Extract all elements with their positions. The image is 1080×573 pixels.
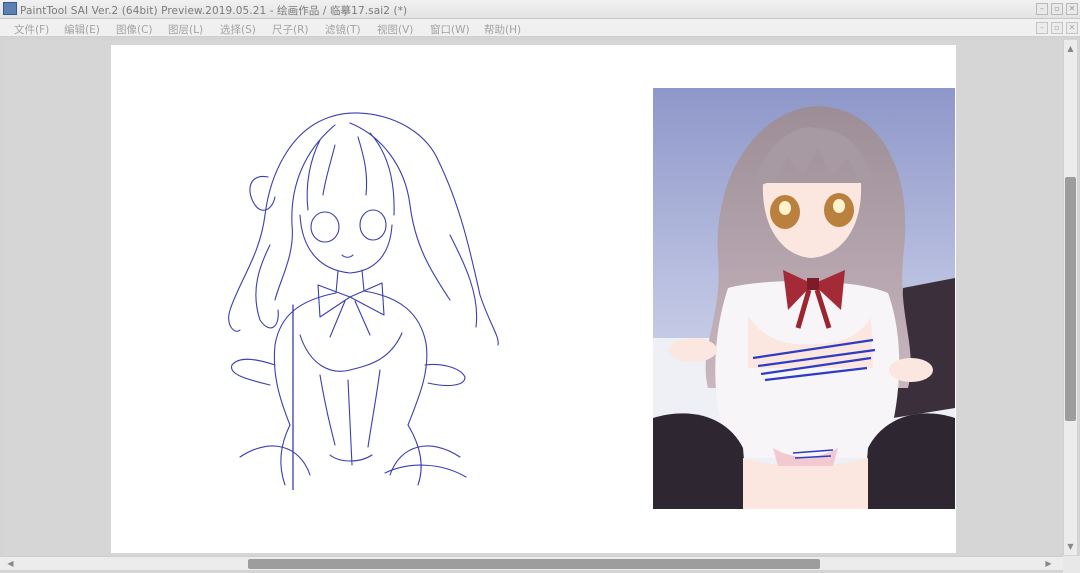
vertical-scroll-thumb[interactable] <box>1065 177 1076 421</box>
doc-restore-button[interactable]: ▫ <box>1051 22 1063 34</box>
menu-window[interactable]: 窗口(W) <box>430 22 470 37</box>
menu-file[interactable]: 文件(F) <box>14 22 49 37</box>
lineart-sketch[interactable] <box>180 65 500 490</box>
menu-select[interactable]: 选择(S) <box>220 22 256 37</box>
app-window: PaintTool SAI Ver.2 (64bit) Preview.2019… <box>0 0 1080 573</box>
doc-minimize-button[interactable]: – <box>1036 22 1048 34</box>
horizontal-scroll-thumb[interactable] <box>248 559 820 569</box>
menu-image[interactable]: 图像(C) <box>116 22 153 37</box>
window-title: PaintTool SAI Ver.2 (64bit) Preview.2019… <box>20 5 408 17</box>
vertical-scrollbar[interactable]: ▲ ▼ <box>1063 40 1077 555</box>
title-bar[interactable]: PaintTool SAI Ver.2 (64bit) Preview.2019… <box>0 0 1080 19</box>
scroll-left-arrow-icon[interactable]: ◀ <box>4 557 17 570</box>
app-icon <box>3 2 17 15</box>
scroll-down-arrow-icon[interactable]: ▼ <box>1064 540 1077 553</box>
maximize-button[interactable]: ▫ <box>1051 3 1063 15</box>
menu-bar: 文件(F) 编辑(E) 图像(C) 图层(L) 选择(S) 尺子(R) 滤镜(T… <box>0 19 1080 37</box>
scroll-right-arrow-icon[interactable]: ▶ <box>1042 557 1055 570</box>
minimize-button[interactable]: – <box>1036 3 1048 15</box>
scroll-up-arrow-icon[interactable]: ▲ <box>1064 42 1077 55</box>
close-button[interactable]: ✕ <box>1066 3 1078 15</box>
menu-edit[interactable]: 编辑(E) <box>64 22 100 37</box>
horizontal-scrollbar[interactable]: ◀ ▶ <box>0 556 1063 570</box>
doc-close-button[interactable]: ✕ <box>1066 22 1078 34</box>
menu-filter[interactable]: 滤镜(T) <box>325 22 361 37</box>
menu-help[interactable]: 帮助(H) <box>484 22 521 37</box>
menu-layer[interactable]: 图层(L) <box>168 22 203 37</box>
menu-view[interactable]: 视图(V) <box>377 22 413 37</box>
menu-ruler[interactable]: 尺子(R) <box>272 22 309 37</box>
reference-illustration[interactable] <box>653 88 955 509</box>
scrollbar-corner <box>1063 556 1080 573</box>
